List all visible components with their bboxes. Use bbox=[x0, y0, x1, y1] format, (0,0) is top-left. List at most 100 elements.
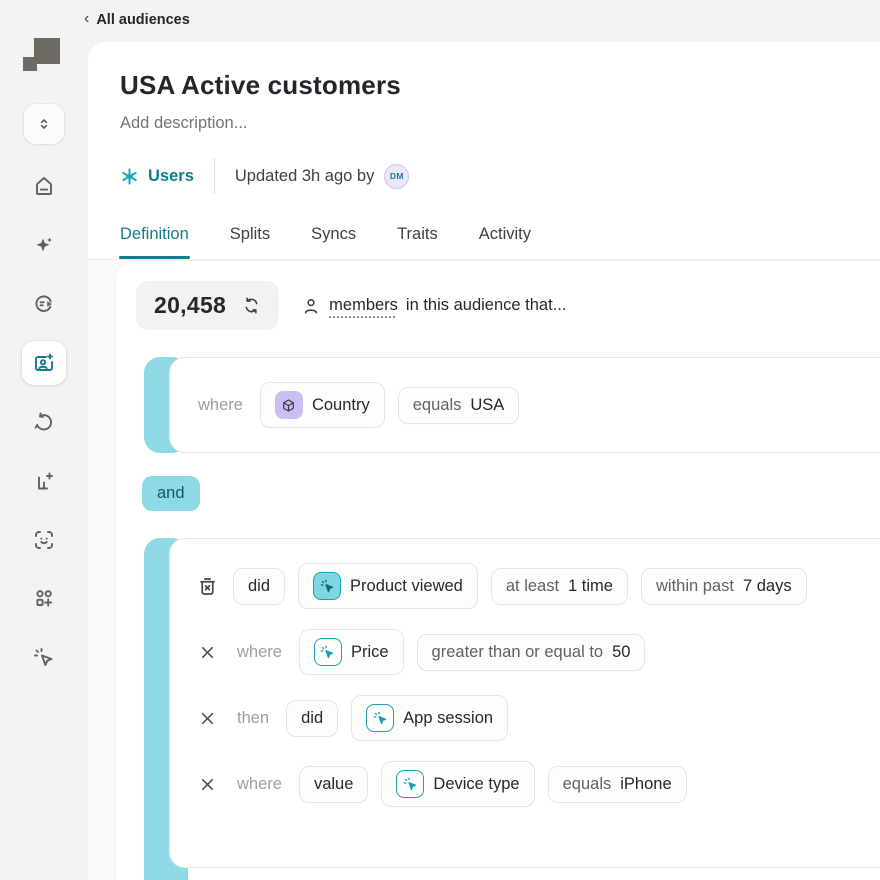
sparkle-icon bbox=[36, 237, 52, 252]
property-label: Country bbox=[311, 395, 370, 414]
sidebar-nav bbox=[22, 174, 66, 670]
tab-traits[interactable]: Traits bbox=[397, 225, 438, 259]
frequency-button[interactable]: at least 1 time bbox=[490, 567, 628, 605]
connector-then: then bbox=[237, 708, 270, 727]
breadcrumb[interactable]: ‹ All audiences bbox=[84, 11, 190, 29]
verb-did-button[interactable]: did bbox=[233, 567, 286, 605]
tab-syncs[interactable]: Syncs bbox=[311, 225, 356, 259]
delete-condition-button[interactable] bbox=[194, 575, 220, 598]
close-x-icon bbox=[201, 778, 213, 790]
workspace-logo[interactable] bbox=[22, 34, 66, 78]
property-country-button[interactable]: Country bbox=[259, 382, 385, 428]
audience-detail-card: USA Active customers Add description... … bbox=[88, 42, 880, 880]
condition-row-event: did Product viewed at least 1 time withi… bbox=[194, 563, 880, 609]
operator-equals-usa-button[interactable]: equals USA bbox=[397, 386, 520, 424]
member-count-row: 20,458 members in this audience that... bbox=[136, 281, 880, 330]
window-prefix: within past bbox=[655, 576, 734, 595]
sidebar-item-home[interactable] bbox=[32, 174, 56, 198]
refresh-button[interactable] bbox=[242, 296, 261, 315]
avatar: DM bbox=[384, 163, 410, 189]
member-count: 20,458 bbox=[154, 292, 227, 318]
members-link[interactable]: members bbox=[329, 296, 398, 315]
trash-x-icon bbox=[199, 577, 215, 595]
operator-equals-iphone-button[interactable]: equals iPhone bbox=[547, 765, 687, 803]
remove-filter-button[interactable] bbox=[194, 775, 220, 794]
refresh-icon bbox=[245, 297, 258, 314]
frequency-value: 1 time bbox=[568, 576, 613, 595]
and-connector-chip[interactable]: and bbox=[142, 476, 200, 511]
verb-label: did bbox=[301, 708, 324, 727]
members-suffix: in this audience that... bbox=[405, 296, 567, 314]
page-title[interactable]: USA Active customers bbox=[120, 70, 880, 101]
connector-where: where bbox=[198, 395, 243, 414]
tab-splits[interactable]: Splits bbox=[230, 225, 270, 259]
sidebar-item-assistant[interactable] bbox=[32, 233, 56, 257]
property-price-button[interactable]: Price bbox=[298, 629, 404, 675]
home-icon bbox=[36, 177, 52, 195]
event-app-session-button[interactable]: App session bbox=[351, 695, 509, 741]
qualifier-label: value bbox=[313, 774, 354, 793]
face-play-icon bbox=[35, 295, 52, 312]
sidebar-item-analytics[interactable] bbox=[32, 469, 56, 493]
trait-cube-icon bbox=[274, 391, 303, 419]
property-device-type-button[interactable]: Device type bbox=[381, 761, 535, 807]
condition-group-1: where Country equals USA bbox=[144, 357, 880, 453]
condition-row-value-filter: where value Device type equals iPhone bbox=[194, 761, 880, 807]
condition-rows: did Product viewed at least 1 time withi… bbox=[194, 563, 880, 807]
description-placeholder[interactable]: Add description... bbox=[120, 114, 880, 133]
operator-prefix: greater than or equal to bbox=[431, 642, 604, 661]
audience-header: USA Active customers Add description... … bbox=[88, 42, 880, 260]
operator-value: USA bbox=[470, 395, 505, 414]
remove-step-button[interactable] bbox=[194, 709, 220, 728]
property-label: Device type bbox=[433, 774, 520, 793]
sidebar-item-activation[interactable] bbox=[32, 646, 56, 670]
operator-value: 50 bbox=[612, 642, 631, 661]
sidebar-item-audiences[interactable] bbox=[22, 341, 66, 385]
audience-card-icon bbox=[35, 353, 53, 371]
qualifier-value-button[interactable]: value bbox=[298, 765, 369, 803]
close-x-icon bbox=[201, 646, 213, 658]
condition-card: did Product viewed at least 1 time withi… bbox=[169, 538, 880, 868]
sidebar bbox=[0, 0, 88, 880]
close-x-icon bbox=[201, 712, 213, 724]
tab-bar: Definition Splits Syncs Traits Activity bbox=[119, 225, 880, 259]
tab-activity[interactable]: Activity bbox=[479, 225, 531, 259]
tab-definition[interactable]: Definition bbox=[119, 225, 190, 259]
connector-where: where bbox=[237, 642, 282, 661]
event-property-cursor-icon bbox=[313, 638, 342, 666]
property-label: Price bbox=[350, 642, 389, 661]
operator-prefix: equals bbox=[412, 395, 462, 414]
definition-area: 20,458 members in this audience that... … bbox=[88, 260, 880, 880]
workspace-switcher-button[interactable] bbox=[24, 104, 64, 144]
window-value: 7 days bbox=[742, 576, 792, 595]
breadcrumb-label: All audiences bbox=[96, 12, 190, 28]
magic-cursor-icon bbox=[34, 648, 53, 666]
logo-square-small bbox=[23, 57, 37, 71]
updated-text: Updated 3h ago by bbox=[234, 166, 375, 185]
condition-card: where Country equals USA bbox=[169, 357, 880, 453]
event-property-cursor-icon bbox=[396, 770, 425, 798]
connector-where: where bbox=[237, 774, 282, 793]
time-window-button[interactable]: within past 7 days bbox=[640, 567, 807, 605]
operator-gte-button[interactable]: greater than or equal to 50 bbox=[416, 633, 646, 671]
remove-filter-button[interactable] bbox=[194, 643, 220, 662]
verb-did-button[interactable]: did bbox=[286, 699, 339, 737]
event-product-viewed-button[interactable]: Product viewed bbox=[298, 563, 478, 609]
event-label: App session bbox=[403, 708, 494, 727]
entity-users-link[interactable]: Users bbox=[120, 167, 194, 186]
shapes-plus-icon bbox=[36, 590, 53, 607]
sidebar-item-identity[interactable] bbox=[32, 528, 56, 552]
frequency-prefix: at least bbox=[505, 576, 560, 595]
bar-chart-plus-icon bbox=[38, 472, 53, 490]
sidebar-item-apps[interactable] bbox=[32, 587, 56, 611]
face-scan-icon bbox=[35, 531, 53, 549]
condition-row-then: then did App session bbox=[194, 695, 880, 741]
definition-panel: 20,458 members in this audience that... … bbox=[115, 260, 880, 880]
members-phrase: members in this audience that... bbox=[301, 296, 566, 316]
sidebar-item-journeys[interactable] bbox=[32, 410, 56, 434]
vertical-divider bbox=[213, 158, 215, 194]
event-label: Product viewed bbox=[350, 576, 463, 595]
sidebar-item-sources[interactable] bbox=[32, 292, 56, 316]
event-cursor-icon bbox=[366, 704, 395, 732]
loop-sync-icon bbox=[34, 412, 53, 431]
